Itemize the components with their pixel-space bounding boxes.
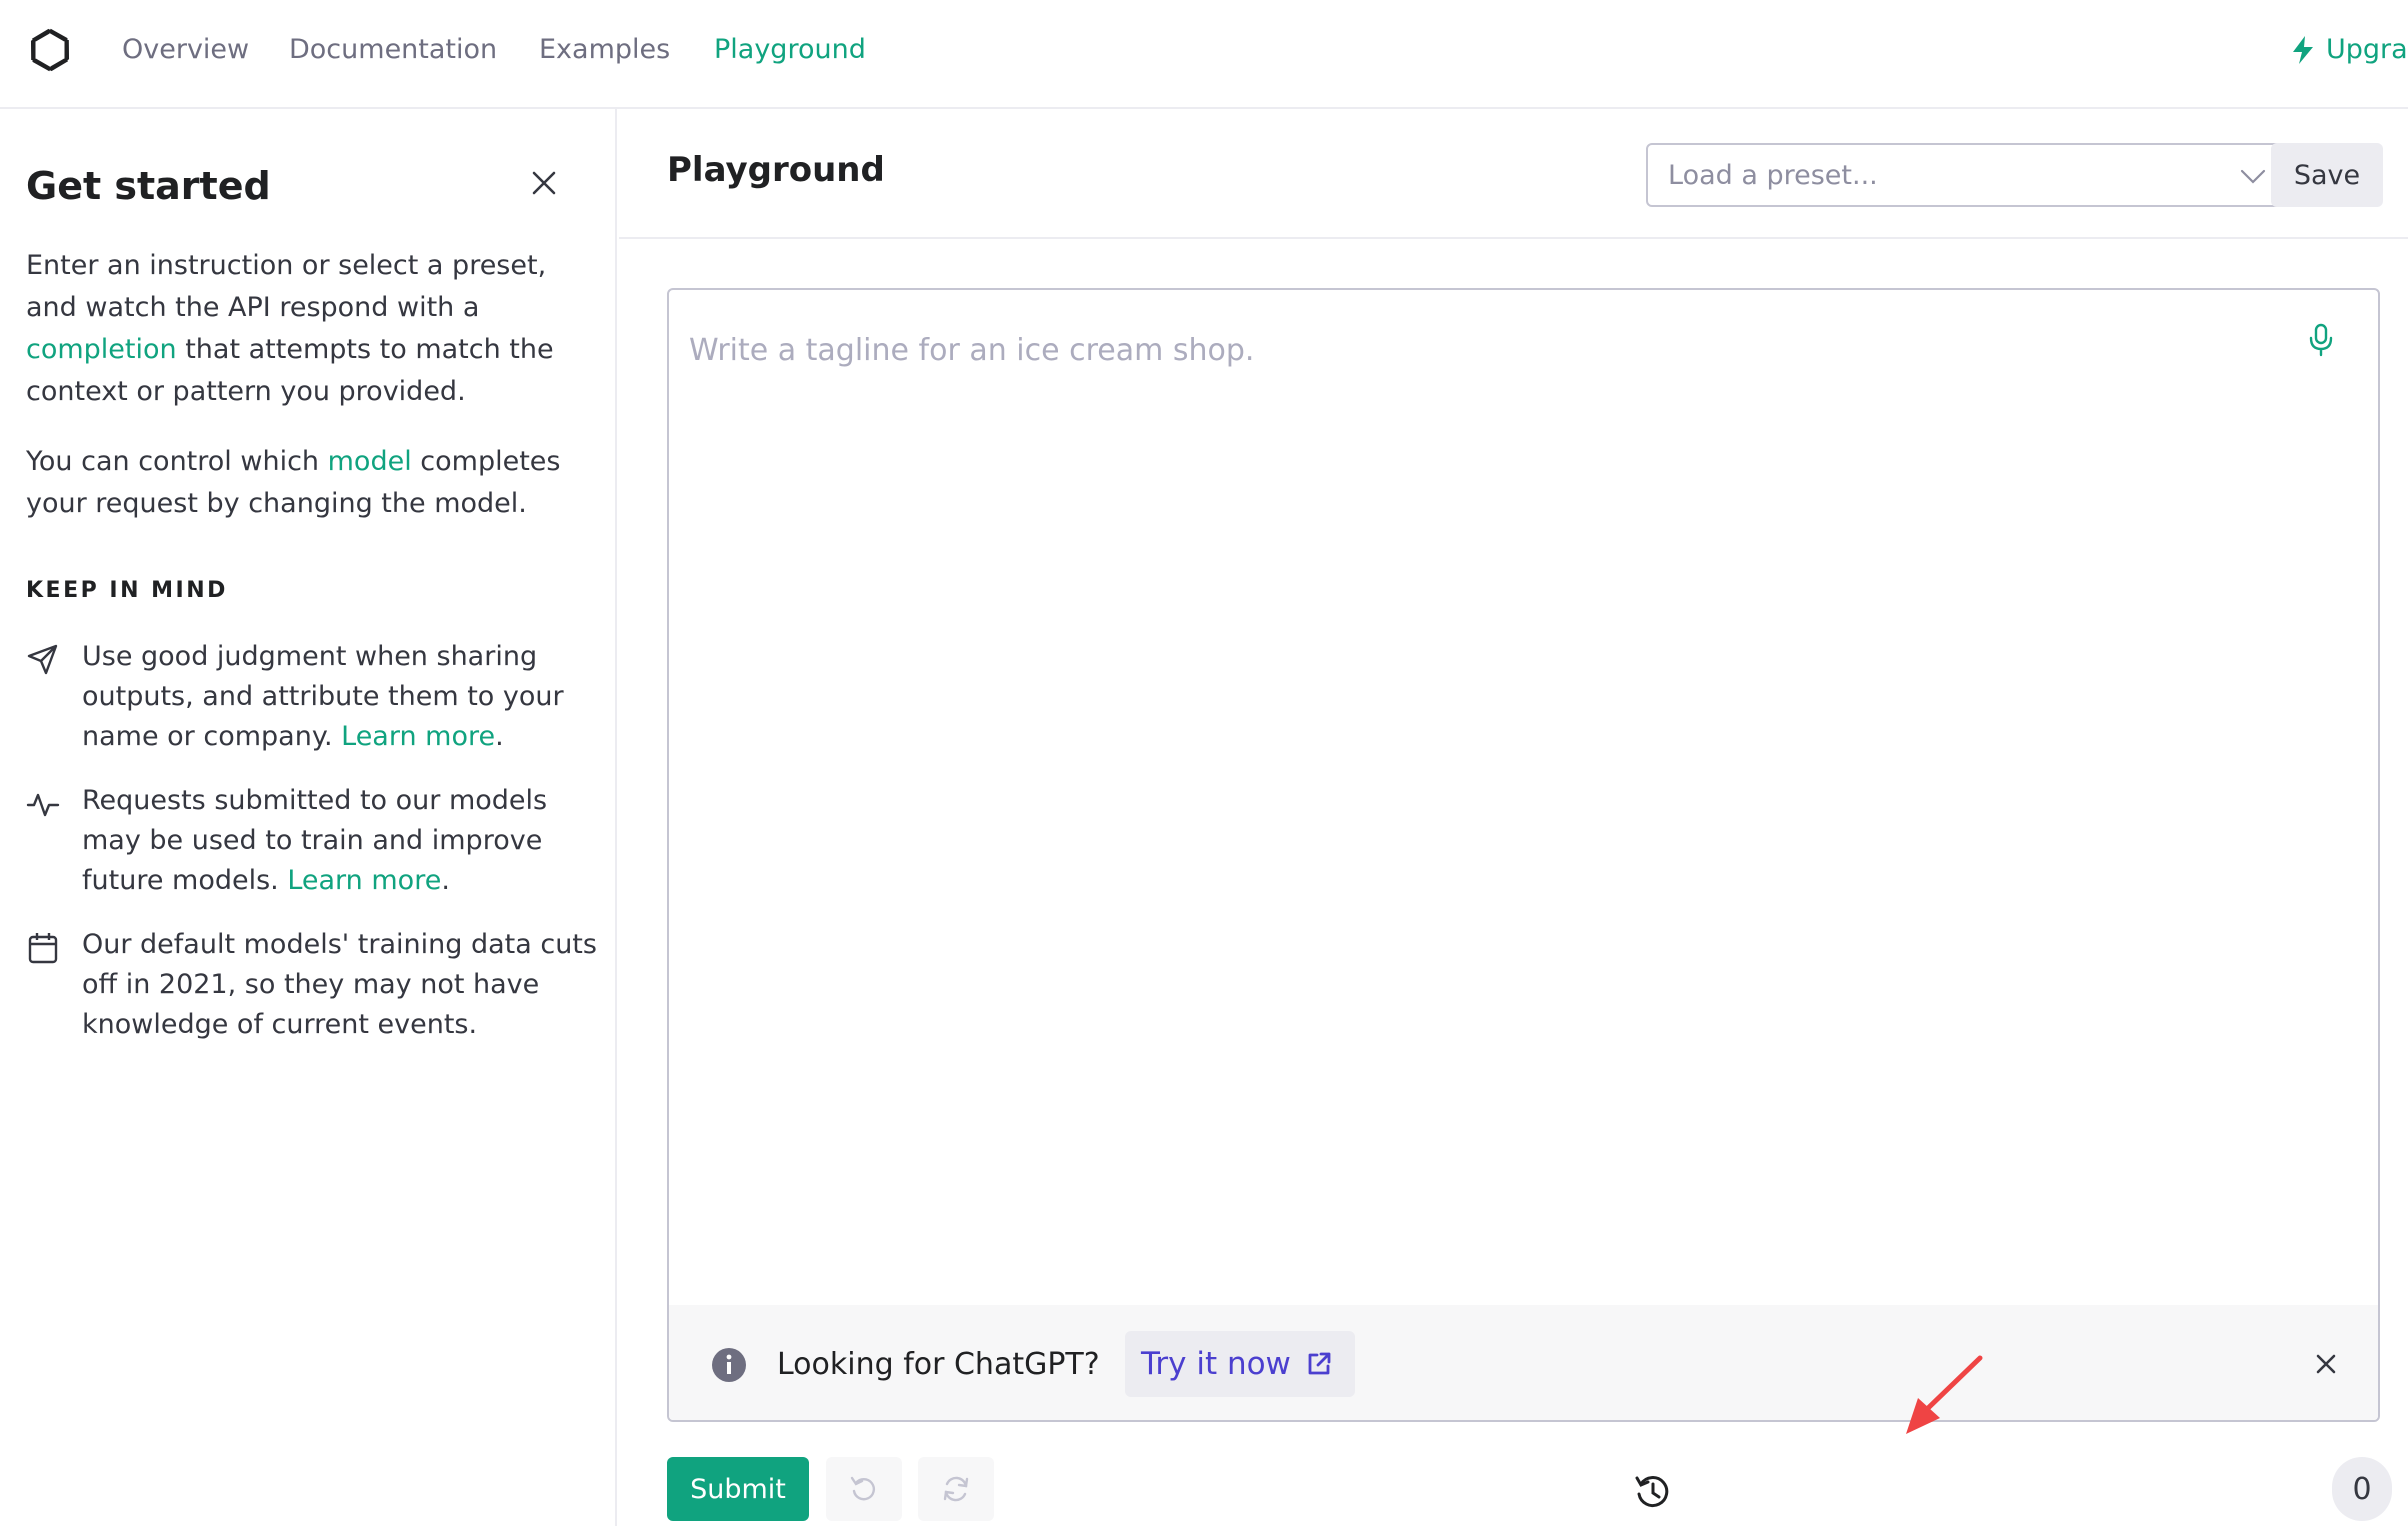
nav-examples[interactable]: Examples	[539, 30, 670, 70]
learn-more-link[interactable]: Learn more	[341, 721, 495, 752]
nav-playground[interactable]: Playground	[714, 30, 866, 70]
tip-suffix: .	[495, 721, 504, 752]
banner-text: Looking for ChatGPT?	[777, 1347, 1100, 1382]
playground-main: Playground Load a preset... Save Looking…	[619, 109, 2408, 1526]
regenerate-button[interactable]	[918, 1457, 994, 1521]
tip-body: Our default models' training data cuts o…	[82, 929, 597, 1040]
info-icon	[712, 1348, 746, 1382]
token-count: 0	[2332, 1457, 2392, 1521]
annotation-arrow-icon	[1906, 1355, 1983, 1434]
tip-text: Use good judgment when sharing outputs, …	[82, 637, 602, 757]
upgrade-link[interactable]: Upgrade	[2290, 30, 2408, 70]
close-icon	[532, 171, 556, 195]
save-button[interactable]: Save	[2271, 143, 2383, 207]
preset-placeholder: Load a preset...	[1668, 159, 1878, 191]
top-nav: Overview Documentation Examples Playgrou…	[0, 0, 2408, 109]
submit-button[interactable]: Submit	[667, 1457, 809, 1521]
playground-header: Playground Load a preset... Save	[619, 109, 2408, 239]
nav-documentation[interactable]: Documentation	[289, 30, 497, 70]
tip-text: Requests submitted to our models may be …	[82, 781, 602, 901]
upgrade-label: Upgrade	[2326, 34, 2408, 65]
history-button[interactable]	[1630, 1469, 1676, 1515]
activity-icon	[26, 793, 60, 817]
calendar-icon	[28, 933, 58, 964]
microphone-icon[interactable]	[2303, 322, 2339, 358]
tip-suffix: .	[441, 865, 450, 896]
model-text: You can control which	[26, 446, 328, 477]
intro-paragraph: Enter an instruction or select a preset,…	[26, 245, 586, 413]
intro-text: Enter an instruction or select a preset,…	[26, 250, 547, 323]
external-link-icon	[1308, 1352, 1331, 1375]
try-it-now-label: Try it now	[1141, 1346, 1291, 1382]
chatgpt-banner: Looking for ChatGPT? Try it now	[669, 1305, 2378, 1420]
lightning-icon	[2293, 36, 2313, 64]
preset-select[interactable]: Load a preset...	[1646, 143, 2290, 207]
panel-title: Get started	[26, 164, 271, 208]
try-it-now-button[interactable]: Try it now	[1125, 1331, 1355, 1397]
model-link[interactable]: model	[328, 446, 412, 477]
chevron-down-icon	[2240, 169, 2266, 184]
send-icon	[27, 644, 58, 675]
page-title: Playground	[667, 150, 885, 190]
completion-link[interactable]: completion	[26, 334, 177, 365]
tip-text: Our default models' training data cuts o…	[82, 925, 602, 1045]
undo-button[interactable]	[826, 1457, 902, 1521]
openai-logo-icon[interactable]	[24, 24, 76, 76]
keep-in-mind-heading: KEEP IN MIND	[26, 578, 228, 603]
close-panel-button[interactable]	[526, 165, 562, 201]
undo-icon	[850, 1476, 875, 1501]
refresh-icon	[943, 1476, 969, 1502]
prompt-editor: Looking for ChatGPT? Try it now	[667, 288, 2380, 1422]
history-icon	[1635, 1476, 1669, 1508]
prompt-input[interactable]	[689, 310, 2269, 390]
model-paragraph: You can control which model completes yo…	[26, 441, 586, 525]
get-started-panel: Get started Enter an instruction or sele…	[0, 109, 617, 1526]
learn-more-link[interactable]: Learn more	[287, 865, 441, 896]
close-banner-icon[interactable]	[2309, 1347, 2343, 1381]
nav-overview[interactable]: Overview	[122, 30, 249, 70]
